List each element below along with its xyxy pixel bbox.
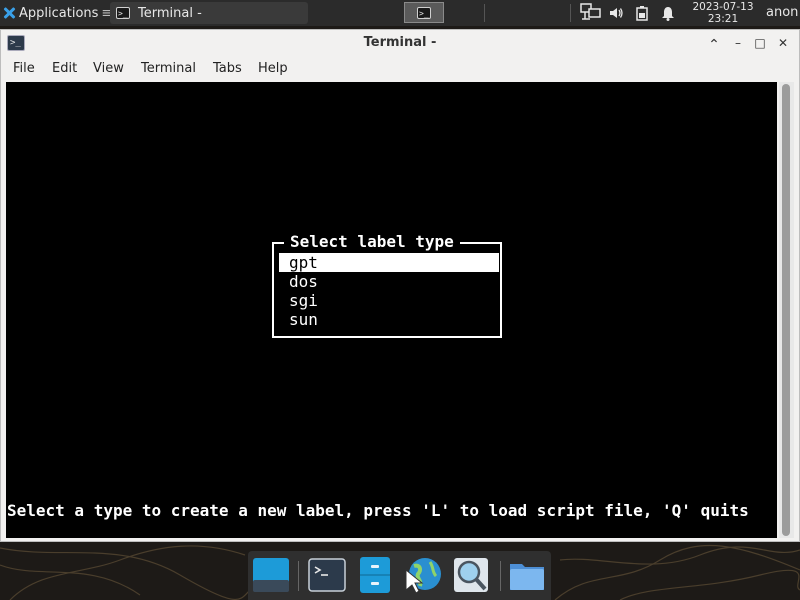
- web-browser-icon[interactable]: [404, 556, 442, 594]
- terminal-area[interactable]: Select label type gpt dos sgi sun Select…: [6, 82, 777, 538]
- roll-up-button[interactable]: ⌃: [705, 35, 723, 55]
- scrollbar-thumb[interactable]: [782, 84, 790, 536]
- minimize-button[interactable]: –: [729, 33, 747, 53]
- speaker-icon[interactable]: [608, 5, 624, 21]
- applications-label: Applications: [19, 5, 99, 21]
- dock-separator: [500, 561, 501, 591]
- status-line: Select a type to create a new label, pre…: [7, 501, 749, 520]
- window-titlebar[interactable]: >_ Terminal - ⌃ – □ ✕: [1, 30, 799, 56]
- label-option-sgi[interactable]: sgi: [279, 291, 499, 310]
- close-button[interactable]: ✕: [774, 33, 792, 53]
- menubar: File Edit View Terminal Tabs Help: [1, 57, 799, 81]
- clock[interactable]: 2023-07-13 23:21: [688, 1, 758, 25]
- xfce-logo-icon: [2, 6, 16, 20]
- battery-icon[interactable]: [634, 5, 650, 21]
- dock-separator: [298, 561, 299, 591]
- menu-file[interactable]: File: [13, 61, 35, 76]
- dock: [248, 551, 551, 600]
- terminal-icon: >_: [116, 7, 130, 19]
- window-title: Terminal -: [363, 35, 437, 50]
- terminal-window: >_ Terminal - ⌃ – □ ✕ File Edit View Ter…: [0, 29, 800, 542]
- terminal-icon[interactable]: [308, 556, 346, 594]
- label-type-dialog: Select label type gpt dos sgi sun: [272, 232, 502, 338]
- dialog-title: Select label type: [284, 232, 460, 251]
- taskbar-terminal-button[interactable]: >_ Terminal -: [110, 2, 308, 24]
- folder-icon[interactable]: [508, 556, 546, 594]
- applications-menu-button[interactable]: Applications ≡: [2, 3, 112, 23]
- taskbar-terminal-label: Terminal -: [138, 5, 202, 21]
- network-icon[interactable]: [580, 3, 602, 21]
- menu-tabs[interactable]: Tabs: [213, 61, 242, 76]
- terminal-scrollbar[interactable]: [779, 82, 794, 538]
- menu-edit[interactable]: Edit: [52, 61, 77, 76]
- show-desktop-icon[interactable]: [252, 556, 290, 594]
- panel-separator: [484, 4, 485, 22]
- user-menu[interactable]: anon: [766, 5, 798, 20]
- menu-view[interactable]: View: [93, 61, 124, 76]
- panel-separator: [570, 4, 571, 22]
- label-option-gpt[interactable]: gpt: [279, 253, 499, 272]
- terminal-icon: >_: [417, 6, 431, 19]
- search-icon[interactable]: [452, 556, 490, 594]
- clock-date: 2023-07-13: [692, 1, 754, 13]
- top-panel: Applications ≡ >_ Terminal - >_ 2023-07-…: [0, 0, 800, 26]
- clock-time: 23:21: [707, 13, 739, 25]
- workspace-switcher[interactable]: >_: [404, 2, 444, 23]
- maximize-button[interactable]: □: [751, 33, 769, 53]
- file-cabinet-icon[interactable]: [356, 556, 394, 594]
- label-option-dos[interactable]: dos: [279, 272, 499, 291]
- label-option-sun[interactable]: sun: [279, 310, 499, 329]
- bell-icon[interactable]: [660, 5, 676, 21]
- menu-terminal[interactable]: Terminal: [141, 61, 196, 76]
- menu-help[interactable]: Help: [258, 61, 288, 76]
